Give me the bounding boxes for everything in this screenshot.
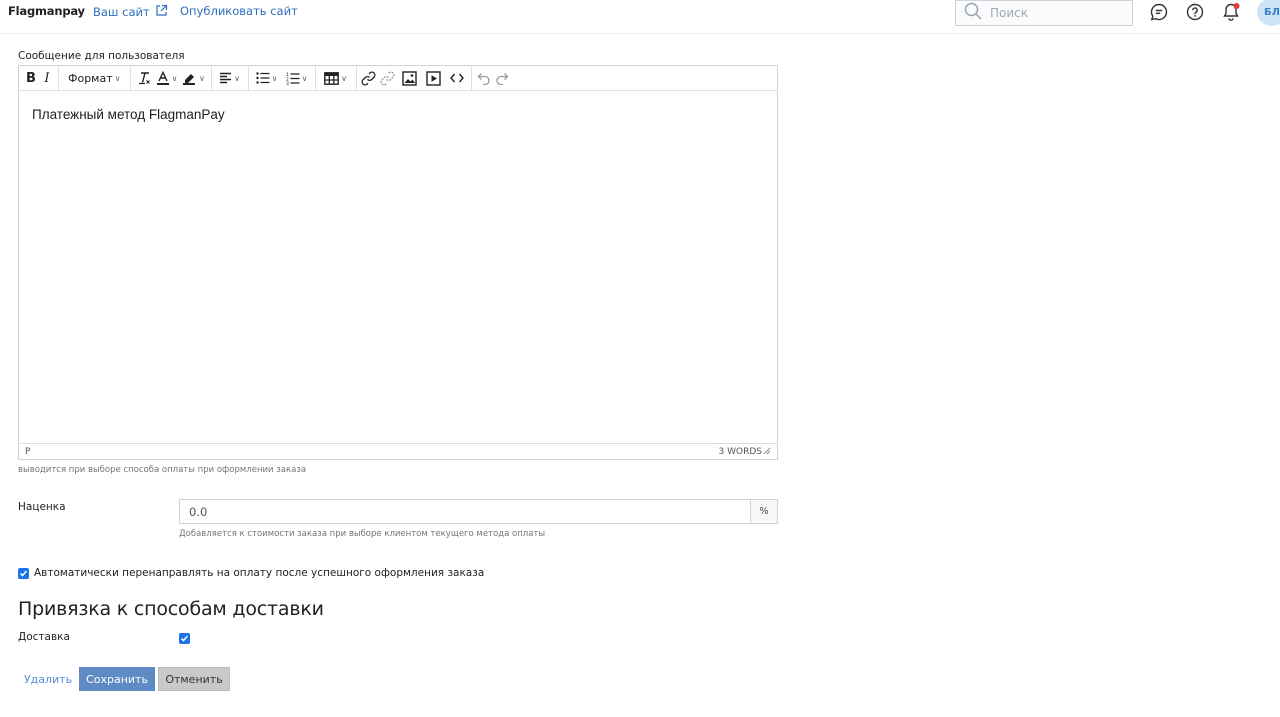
cancel-button[interactable]: Отменить <box>158 667 230 691</box>
search-input[interactable] <box>990 6 1120 20</box>
markup-label: Наценка <box>18 501 66 513</box>
delivery-label: Доставка <box>18 631 70 643</box>
auto-redirect-row: Автоматически перенаправлять на оплату п… <box>18 567 484 579</box>
markup-input[interactable] <box>180 500 750 523</box>
italic-button[interactable]: I <box>39 67 55 89</box>
link-icon[interactable] <box>360 67 378 89</box>
checkmark-icon <box>19 570 28 577</box>
help-icon[interactable] <box>1185 2 1205 22</box>
delete-button[interactable]: Удалить <box>18 667 78 691</box>
chevron-down-icon: ∨ <box>199 73 205 83</box>
markup-field: % <box>179 499 778 524</box>
table-icon[interactable]: ∨ <box>319 67 353 89</box>
source-code-icon[interactable] <box>446 67 468 89</box>
chevron-down-icon: ∨ <box>114 73 121 83</box>
chevron-down-icon: ∨ <box>171 73 178 83</box>
text-color-icon[interactable]: ∨ <box>154 67 180 89</box>
chevron-down-icon: ∨ <box>234 73 240 83</box>
unlink-icon[interactable] <box>378 67 398 89</box>
highlight-color-icon[interactable]: ∨ <box>180 67 208 89</box>
search-box[interactable] <box>955 0 1133 26</box>
svg-text:3: 3 <box>286 81 289 85</box>
element-path[interactable]: P <box>25 447 30 457</box>
align-icon[interactable]: ∨ <box>215 67 245 89</box>
top-bar: Flagmanpay Ваш сайт Опубликовать сайт БЛ <box>0 0 1280 34</box>
resize-handle-icon[interactable] <box>762 446 771 458</box>
user-avatar[interactable]: БЛ <box>1257 0 1280 26</box>
chevron-down-icon: ∨ <box>301 73 308 83</box>
publish-site-link[interactable]: Опубликовать сайт <box>180 4 298 18</box>
delivery-binding-title: Привязка к способам доставки <box>18 598 324 620</box>
bullet-list-icon[interactable]: ∨ <box>252 67 282 89</box>
brand-name[interactable]: Flagmanpay <box>8 4 85 18</box>
bold-button[interactable]: B <box>23 67 39 89</box>
your-site-link-label: Ваш сайт <box>93 5 150 19</box>
save-button[interactable]: Сохранить <box>79 667 155 691</box>
undo-icon[interactable] <box>475 67 493 89</box>
markup-hint: Добавляется к стоимости заказа при выбор… <box>179 529 546 539</box>
editor-toolbar: B I Формат ∨ ∨ ∨ ∨ ∨ 123 ∨ ∨ <box>19 65 777 91</box>
format-dropdown-label: Формат <box>68 71 113 85</box>
chevron-down-icon: ∨ <box>271 73 278 83</box>
numbered-list-icon[interactable]: 123 ∨ <box>282 67 312 89</box>
media-icon[interactable] <box>422 67 446 89</box>
checkmark-icon <box>180 635 189 642</box>
percent-unit: % <box>750 500 777 523</box>
redo-icon[interactable] <box>493 67 511 89</box>
external-link-icon <box>155 4 168 20</box>
your-site-link[interactable]: Ваш сайт <box>93 4 168 20</box>
format-dropdown[interactable]: Формат ∨ <box>62 67 127 89</box>
rich-text-editor[interactable]: B I Формат ∨ ∨ ∨ ∨ ∨ 123 ∨ ∨ Платежный м… <box>18 65 778 460</box>
notification-bell-icon[interactable] <box>1221 2 1241 22</box>
chevron-down-icon: ∨ <box>341 73 347 83</box>
word-count: 3 WORDS <box>718 446 762 457</box>
search-icon <box>964 2 982 24</box>
chat-icon[interactable] <box>1149 2 1169 22</box>
auto-redirect-label: Автоматически перенаправлять на оплату п… <box>34 567 485 579</box>
auto-redirect-checkbox[interactable] <box>18 567 29 579</box>
editor-status-bar: P 3 WORDS <box>19 443 777 459</box>
clear-formatting-icon[interactable] <box>134 67 154 89</box>
message-label: Сообщение для пользователя <box>18 50 185 62</box>
image-icon[interactable] <box>398 67 422 89</box>
delivery-checkbox[interactable] <box>179 633 190 644</box>
message-hint: выводится при выборе способа оплаты при … <box>18 465 307 475</box>
editor-content[interactable]: Платежный метод FlagmanPay <box>19 91 777 444</box>
